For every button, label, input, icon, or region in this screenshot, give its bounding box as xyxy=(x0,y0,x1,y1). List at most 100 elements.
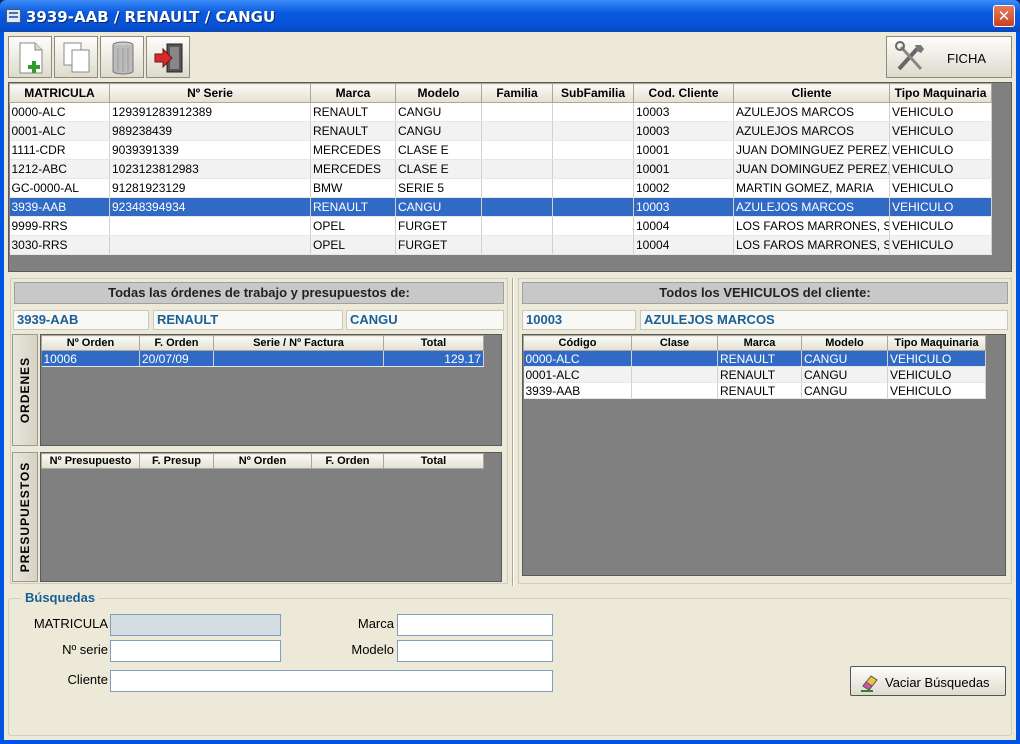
main-grid-cell: AZULEJOS MARCOS xyxy=(733,197,890,217)
ordenes-column-header[interactable]: Total xyxy=(383,335,484,351)
client-vehicles-grid[interactable]: Código Clase Marca Modelo Tipo Maquinaria 00… xyxy=(522,334,1006,576)
client-vehicles-cell: RENAULT xyxy=(717,366,802,383)
main-grid-cell: FURGET xyxy=(395,235,482,255)
marca-input[interactable] xyxy=(397,614,553,636)
close-button[interactable]: ✕ xyxy=(993,5,1015,27)
main-grid-cell xyxy=(552,159,634,179)
main-grid-row[interactable]: 3030-RRS OPEL FURGET 10004 LOS FAROS MARRONE… xyxy=(9,235,992,255)
main-grid-row[interactable]: 0001-ALC 989238439 RENAULT CANGU 10003 AZULEJ… xyxy=(9,121,992,141)
exit-button[interactable] xyxy=(146,36,190,78)
vehicles-panel-header: Todos los VEHICULOS del cliente: xyxy=(522,282,1008,304)
main-grid-cell xyxy=(552,178,634,198)
main-grid-cell: VEHICULO xyxy=(889,140,992,160)
title-bar[interactable]: 3939-AAB / RENAULT / CANGU ✕ xyxy=(0,0,1020,32)
main-grid-cell: RENAULT xyxy=(310,197,396,217)
copy-record-button[interactable] xyxy=(54,36,98,78)
main-grid-column-header[interactable]: Familia xyxy=(481,83,553,103)
main-grid-row[interactable]: 9999-RRS OPEL FURGET 10004 LOS FAROS MARRONE… xyxy=(9,216,992,236)
new-record-button[interactable] xyxy=(8,36,52,78)
client-vehicles-row[interactable]: 3939-AAB RENAULT CANGU VEHICULO xyxy=(523,382,986,399)
main-grid-column-header[interactable]: MATRICULA xyxy=(9,83,110,103)
serie-input[interactable] xyxy=(110,640,281,662)
tools-icon xyxy=(895,41,924,71)
client-vehicles-column-header[interactable]: Clase xyxy=(631,335,718,351)
new-document-icon xyxy=(19,42,43,74)
main-grid-cell: RENAULT xyxy=(310,121,396,141)
ficha-button[interactable]: FICHA xyxy=(886,36,1012,78)
main-grid-cell: AZULEJOS MARCOS xyxy=(733,121,890,141)
ordenes-column-header[interactable]: Serie / Nº Factura xyxy=(213,335,384,351)
client-vehicles-column-header[interactable]: Modelo xyxy=(801,335,888,351)
client-vehicles-column-header[interactable]: Código xyxy=(523,335,632,351)
ordenes-tab[interactable]: ORDENES xyxy=(12,334,38,446)
main-grid-cell: 1212-ABC xyxy=(9,159,110,179)
app-window: 3939-AAB / RENAULT / CANGU ✕ FICHA MATRI… xyxy=(0,0,1020,744)
main-grid-column-header[interactable]: Cliente xyxy=(733,83,890,103)
client-vehicles-row[interactable]: 0000-ALC RENAULT CANGU VEHICULO xyxy=(523,350,986,367)
client-vehicles-column-header[interactable]: Marca xyxy=(717,335,802,351)
modelo-input[interactable] xyxy=(397,640,553,662)
main-grid-cell: 91281923129 xyxy=(109,178,311,198)
client-code-field: 10003 xyxy=(522,310,636,330)
search-group-title: Búsquedas xyxy=(21,590,100,605)
presupuestos-column-header[interactable]: Total xyxy=(383,453,484,469)
main-grid-cell xyxy=(109,235,311,255)
main-grid-cell: 989238439 xyxy=(109,121,311,141)
serie-label: Nº serie xyxy=(62,642,108,657)
main-grid-row[interactable]: GC-0000-AL 91281923129 BMW SERIE 5 10002 MART… xyxy=(9,178,992,198)
main-grid-cell xyxy=(552,197,634,217)
client-vehicles-row[interactable]: 0001-ALC RENAULT CANGU VEHICULO xyxy=(523,366,986,383)
modelo-label: Modelo xyxy=(351,642,394,657)
window-app-icon xyxy=(6,9,21,23)
client-vehicles-cell xyxy=(631,350,718,367)
client-vehicles-cell: 0001-ALC xyxy=(523,366,632,383)
main-grid-row[interactable]: 1111-CDR 9039391339 MERCEDES CLASE E 10001 JU… xyxy=(9,140,992,160)
main-grid-column-header[interactable]: Cod. Cliente xyxy=(633,83,734,103)
main-grid-cell: 10001 xyxy=(633,159,734,179)
main-grid-row[interactable]: 1212-ABC 1023123812983 MERCEDES CLASE E 1000… xyxy=(9,159,992,179)
main-grid-cell: 129391283912389 xyxy=(109,102,311,122)
main-grid-column-header[interactable]: Tipo Maquinaria xyxy=(889,83,992,103)
ordenes-cell: 20/07/09 xyxy=(139,350,214,367)
main-grid-cell: 3939-AAB xyxy=(9,197,110,217)
main-grid-cell: MARTIN GOMEZ, MARIA xyxy=(733,178,890,198)
ordenes-column-header[interactable]: Nº Orden xyxy=(41,335,140,351)
presupuestos-column-header[interactable]: Nº Orden xyxy=(213,453,312,469)
cliente-label: Cliente xyxy=(67,672,108,687)
main-grid-row[interactable]: 0000-ALC 129391283912389 RENAULT CANGU 10003… xyxy=(9,102,992,122)
presupuestos-grid[interactable]: Nº Presupuesto F. Presup Nº Orden F. Orden T… xyxy=(40,452,502,582)
main-grid-cell: AZULEJOS MARCOS xyxy=(733,102,890,122)
ficha-button-label: FICHA xyxy=(947,51,986,66)
main-grid-cell: 9999-RRS xyxy=(9,216,110,236)
presupuestos-column-header[interactable]: F. Orden xyxy=(311,453,384,469)
exit-icon xyxy=(154,43,183,73)
delete-record-button[interactable] xyxy=(100,36,144,78)
main-grid-cell xyxy=(481,140,553,160)
presupuestos-column-header[interactable]: F. Presup xyxy=(139,453,214,469)
presupuestos-tab[interactable]: PRESUPUESTOS xyxy=(12,452,38,582)
main-grid-column-header[interactable]: Nº Serie xyxy=(109,83,311,103)
main-grid-cell: CLASE E xyxy=(395,140,482,160)
cliente-input[interactable] xyxy=(110,670,553,692)
ordenes-grid[interactable]: Nº Orden F. Orden Serie / Nº Factura Total … xyxy=(40,334,502,446)
matricula-input[interactable] xyxy=(110,614,281,636)
ordenes-column-header[interactable]: F. Orden xyxy=(139,335,214,351)
trash-icon xyxy=(112,41,134,75)
main-grid-cell: MERCEDES xyxy=(310,140,396,160)
main-grid-cell: CLASE E xyxy=(395,159,482,179)
main-grid-cell: 0001-ALC xyxy=(9,121,110,141)
client-vehicles-column-header[interactable]: Tipo Maquinaria xyxy=(887,335,986,351)
main-grid-column-header[interactable]: Marca xyxy=(310,83,396,103)
ordenes-row[interactable]: 10006 20/07/09 129.17 xyxy=(41,350,484,367)
main-grid-row[interactable]: 3939-AAB 92348394934 RENAULT CANGU 10003 AZUL… xyxy=(9,197,992,217)
main-grid-cell: OPEL xyxy=(310,216,396,236)
main-grid-cell: JUAN DOMINGUEZ PEREZ, xyxy=(733,140,890,160)
clear-search-button[interactable]: Vaciar Búsquedas xyxy=(850,666,1006,696)
main-grid-column-header[interactable]: SubFamilia xyxy=(552,83,634,103)
main-grid-cell: 10004 xyxy=(633,216,734,236)
vehicles-main-grid[interactable]: MATRICULA Nº Serie Marca Modelo Familia SubFa… xyxy=(8,82,1012,272)
presupuestos-column-header[interactable]: Nº Presupuesto xyxy=(41,453,140,469)
main-grid-cell: 0000-ALC xyxy=(9,102,110,122)
client-vehicles-cell: VEHICULO xyxy=(887,350,986,367)
main-grid-column-header[interactable]: Modelo xyxy=(395,83,482,103)
